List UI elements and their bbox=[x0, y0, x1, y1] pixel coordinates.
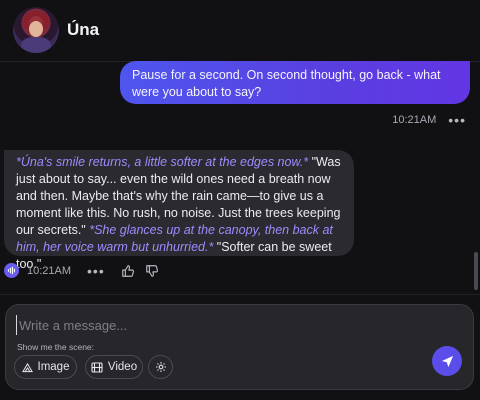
message-input[interactable] bbox=[16, 315, 456, 335]
scene-settings-button[interactable] bbox=[148, 355, 173, 379]
bot-message-time: 10:21AM bbox=[27, 264, 72, 277]
more-dots-icon[interactable]: ••• bbox=[87, 264, 105, 278]
bot-action-text: *Úna's smile returns, a little softer at… bbox=[16, 155, 309, 169]
image-icon bbox=[21, 362, 33, 372]
thumbs-down-icon[interactable] bbox=[145, 264, 159, 278]
avatar-face bbox=[29, 21, 43, 37]
video-icon bbox=[91, 361, 103, 373]
bot-message-meta: 10:21AM ••• bbox=[4, 263, 169, 278]
video-button[interactable]: Video bbox=[85, 355, 143, 379]
user-message-time: 10:21AM bbox=[392, 114, 437, 126]
user-message-bubble: Pause for a second. On second thought, g… bbox=[120, 61, 470, 104]
send-button[interactable] bbox=[432, 346, 462, 376]
scene-label: Show me the scene: bbox=[17, 342, 95, 352]
character-avatar[interactable] bbox=[13, 7, 59, 53]
video-button-label: Video bbox=[107, 361, 138, 373]
chat-header: Úna bbox=[0, 0, 480, 62]
speaker-icon[interactable] bbox=[4, 263, 19, 278]
image-button[interactable]: Image bbox=[14, 355, 77, 379]
scrollbar-thumb[interactable] bbox=[474, 252, 478, 290]
image-button-label: Image bbox=[37, 361, 70, 373]
avatar-body bbox=[21, 37, 51, 53]
bot-message-bubble: *Úna's smile returns, a little softer at… bbox=[4, 150, 354, 271]
gear-icon bbox=[155, 362, 166, 372]
thumbs-up-icon[interactable] bbox=[121, 264, 135, 278]
message-composer: Show me the scene: Image Video bbox=[5, 304, 474, 390]
character-name[interactable]: Úna bbox=[67, 20, 99, 40]
more-dots-icon[interactable]: ••• bbox=[448, 113, 466, 127]
user-message-text: Pause for a second. On second thought, g… bbox=[132, 68, 441, 99]
send-icon bbox=[441, 355, 453, 367]
user-message-meta: 10:21AM ••• bbox=[392, 113, 466, 127]
composer-divider bbox=[0, 294, 480, 295]
